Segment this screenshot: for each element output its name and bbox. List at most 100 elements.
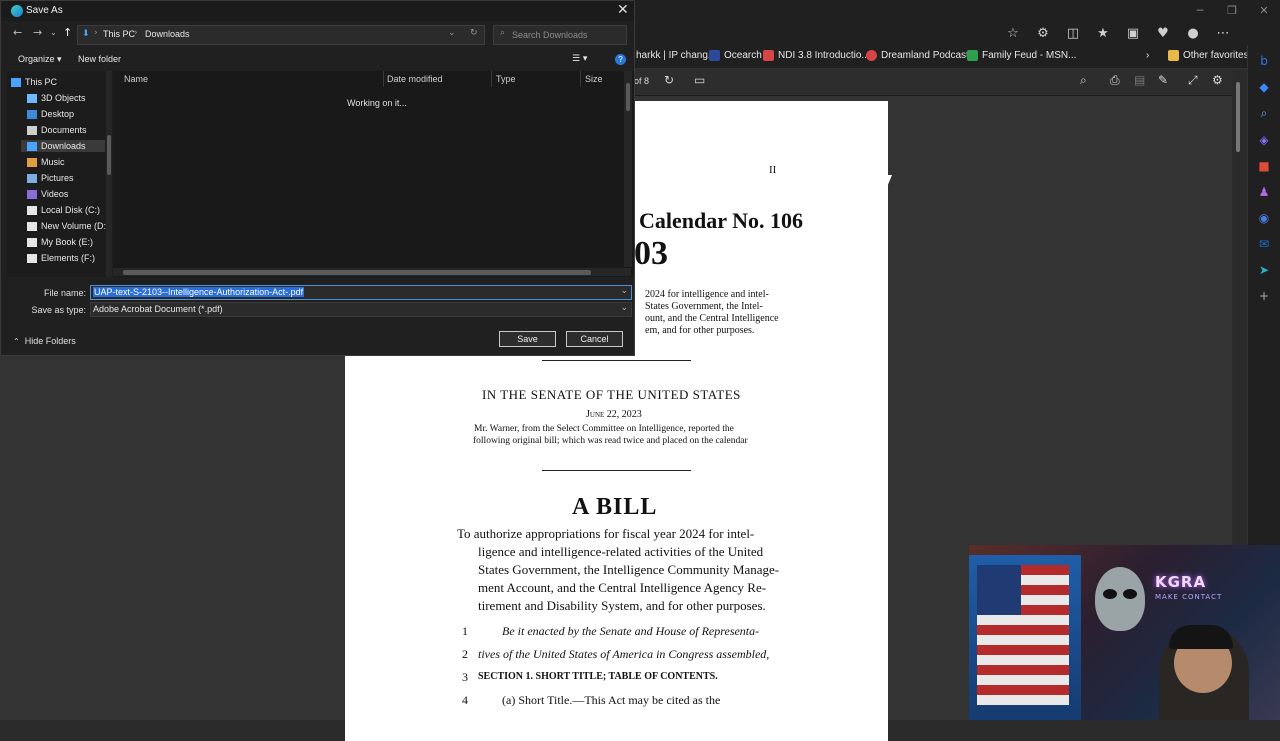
extensions-icon[interactable]: ⚙ xyxy=(1032,24,1054,44)
view-options-icon[interactable]: ☰ ▾ xyxy=(572,54,587,64)
save-as-icon[interactable]: ✎ xyxy=(1158,73,1168,87)
nav-scrollbar[interactable] xyxy=(106,71,112,277)
column-name[interactable]: Name xyxy=(124,74,148,84)
copilot-icon[interactable]: ♥ xyxy=(1152,24,1174,44)
page-view-icon[interactable]: ▭ xyxy=(694,73,705,87)
drive-icon xyxy=(27,221,37,231)
favorite-link-3[interactable]: Dreamland Podcast... xyxy=(866,50,977,61)
new-folder-button[interactable]: New folder xyxy=(78,54,121,64)
file-list-hscroll[interactable] xyxy=(113,268,631,276)
file-list[interactable]: Name Date modified Type Size Working on … xyxy=(113,71,634,277)
file-name-field[interactable]: UAP-text-S-2103--Intelligence-Authorizat… xyxy=(90,285,632,300)
more-menu-icon[interactable]: ⋯ xyxy=(1212,24,1234,44)
line-number: 4 xyxy=(462,693,468,707)
breadcrumb-this-pc[interactable]: This PC xyxy=(103,29,135,39)
games-icon[interactable]: ♟ xyxy=(1248,185,1280,199)
shopping-icon[interactable]: ◈ xyxy=(1248,133,1280,147)
collections-icon[interactable]: ▣ xyxy=(1122,24,1144,44)
favorite-link-1[interactable]: Ocearch xyxy=(709,50,762,61)
scroll-thumb[interactable] xyxy=(107,135,111,175)
file-name-value[interactable]: UAP-text-S-2103--Intelligence-Authorizat… xyxy=(93,287,305,297)
purpose-line: To authorize appropriations for fiscal y… xyxy=(457,526,755,541)
help-icon[interactable]: ? xyxy=(615,54,626,65)
flag-image xyxy=(977,565,1069,705)
nav-documents[interactable]: Documents xyxy=(27,125,87,135)
pdf-scrollbar[interactable] xyxy=(1234,70,1242,546)
fullscreen-icon[interactable]: ⤢ xyxy=(1188,73,1198,88)
favorite-link-2[interactable]: NDI 3.8 Introductio... xyxy=(763,50,870,61)
nav-music[interactable]: Music xyxy=(27,157,65,167)
nav-desktop[interactable]: Desktop xyxy=(27,109,74,119)
close-icon[interactable]: ✕ xyxy=(617,2,629,18)
notification-icon[interactable]: ◆ xyxy=(1248,80,1280,94)
chevron-down-icon[interactable]: ⌄ xyxy=(448,28,456,38)
other-favorites[interactable]: Other favorites xyxy=(1168,50,1249,61)
file-list-vscroll[interactable] xyxy=(624,71,632,267)
cancel-button[interactable]: Cancel xyxy=(566,331,623,347)
settings-gear-icon[interactable]: ⚙ xyxy=(1212,73,1223,87)
search-icon[interactable]: ⌕ xyxy=(1080,73,1087,88)
refresh-icon[interactable]: ↻ xyxy=(470,28,478,38)
download-folder-icon: ⬇ xyxy=(82,29,90,39)
outlook-icon[interactable]: ✉ xyxy=(1248,237,1280,251)
save-button[interactable]: Save xyxy=(499,331,556,347)
organize-button[interactable]: Organize ▾ xyxy=(18,54,62,65)
search-sidebar-icon[interactable]: ⌕ xyxy=(1248,106,1280,121)
column-date-modified[interactable]: Date modified xyxy=(387,74,443,84)
up-icon[interactable]: ↑ xyxy=(63,26,72,39)
forward-icon[interactable]: → xyxy=(33,26,42,39)
nav-videos[interactable]: Videos xyxy=(27,189,68,199)
bing-icon[interactable]: b xyxy=(1248,54,1280,68)
line-number: 3 xyxy=(462,670,468,684)
favorite-star-icon[interactable]: ☆ xyxy=(1002,24,1024,44)
nav-new-volume-d[interactable]: New Volume (D: xyxy=(27,221,106,231)
search-box[interactable]: ⌕ xyxy=(493,25,627,45)
nav-my-book-e[interactable]: My Book (E:) xyxy=(27,237,93,247)
column-size[interactable]: Size xyxy=(585,74,603,84)
favorite-link-0[interactable]: harkk | IP chang... xyxy=(636,50,716,61)
dialog-title: Save As xyxy=(26,5,63,16)
profile-icon[interactable]: ● xyxy=(1182,24,1204,44)
purpose-line: tirement and Disability System, and for … xyxy=(478,598,766,613)
purpose-line: ligence and intelligence-related activit… xyxy=(478,544,764,559)
favorites-icon[interactable]: ★ xyxy=(1092,24,1114,44)
close-window-icon[interactable]: ✕ xyxy=(1248,0,1280,22)
scroll-thumb[interactable] xyxy=(1236,82,1240,152)
rotate-icon[interactable]: ↻ xyxy=(664,73,674,87)
minimize-icon[interactable]: ─ xyxy=(1184,0,1216,22)
tools-icon[interactable]: ■ xyxy=(1248,159,1280,173)
nav-this-pc[interactable]: This PC xyxy=(11,77,57,87)
nav-local-disk-c[interactable]: Local Disk (C:) xyxy=(27,205,100,215)
scroll-thumb[interactable] xyxy=(123,270,591,275)
address-path[interactable]: ⬇ › This PC › Downloads ⌄ ↻ xyxy=(77,25,485,45)
nav-pictures[interactable]: Pictures xyxy=(27,173,74,183)
nav-elements-f[interactable]: Elements (F:) xyxy=(27,253,95,263)
save-type-value: Adobe Acrobat Document (*.pdf) xyxy=(93,304,223,314)
favorite-link-4[interactable]: Family Feud - MSN... xyxy=(967,50,1076,61)
split-screen-icon[interactable]: ◫ xyxy=(1062,24,1084,44)
videos-icon xyxy=(27,189,37,199)
nav-3d-objects[interactable]: 3D Objects xyxy=(27,93,86,103)
back-icon[interactable]: ← xyxy=(13,26,22,39)
documents-icon xyxy=(27,125,37,135)
webcam-overlay: KGRA MAKE CONTACT xyxy=(969,545,1280,720)
breadcrumb-downloads[interactable]: Downloads xyxy=(145,29,190,39)
column-type[interactable]: Type xyxy=(496,74,516,84)
search-input[interactable] xyxy=(512,28,622,42)
chevron-down-icon[interactable]: ⌄ xyxy=(620,286,628,296)
favorites-overflow-icon[interactable]: › xyxy=(1146,50,1149,61)
summary-line: 2024 for intelligence and intel- xyxy=(645,289,769,300)
chevron-down-icon[interactable]: ⌄ xyxy=(620,303,628,313)
maximize-icon[interactable]: ❐ xyxy=(1216,0,1248,22)
recent-chevron-icon[interactable]: ⌄ xyxy=(50,28,57,37)
hide-folders-toggle[interactable]: ⌃ Hide Folders xyxy=(13,336,76,346)
print-icon[interactable]: ⎙ xyxy=(1110,73,1120,88)
m365-icon[interactable]: ◉ xyxy=(1248,211,1280,225)
send-icon[interactable]: ➤ xyxy=(1248,263,1280,277)
bill-number: 03 xyxy=(634,235,668,272)
nav-downloads[interactable]: Downloads xyxy=(21,140,105,152)
save-icon[interactable]: ▤ xyxy=(1134,73,1145,87)
save-type-select[interactable]: Adobe Acrobat Document (*.pdf) ⌄ xyxy=(90,302,632,317)
scroll-thumb[interactable] xyxy=(626,83,630,111)
add-icon[interactable]: + xyxy=(1248,289,1280,303)
